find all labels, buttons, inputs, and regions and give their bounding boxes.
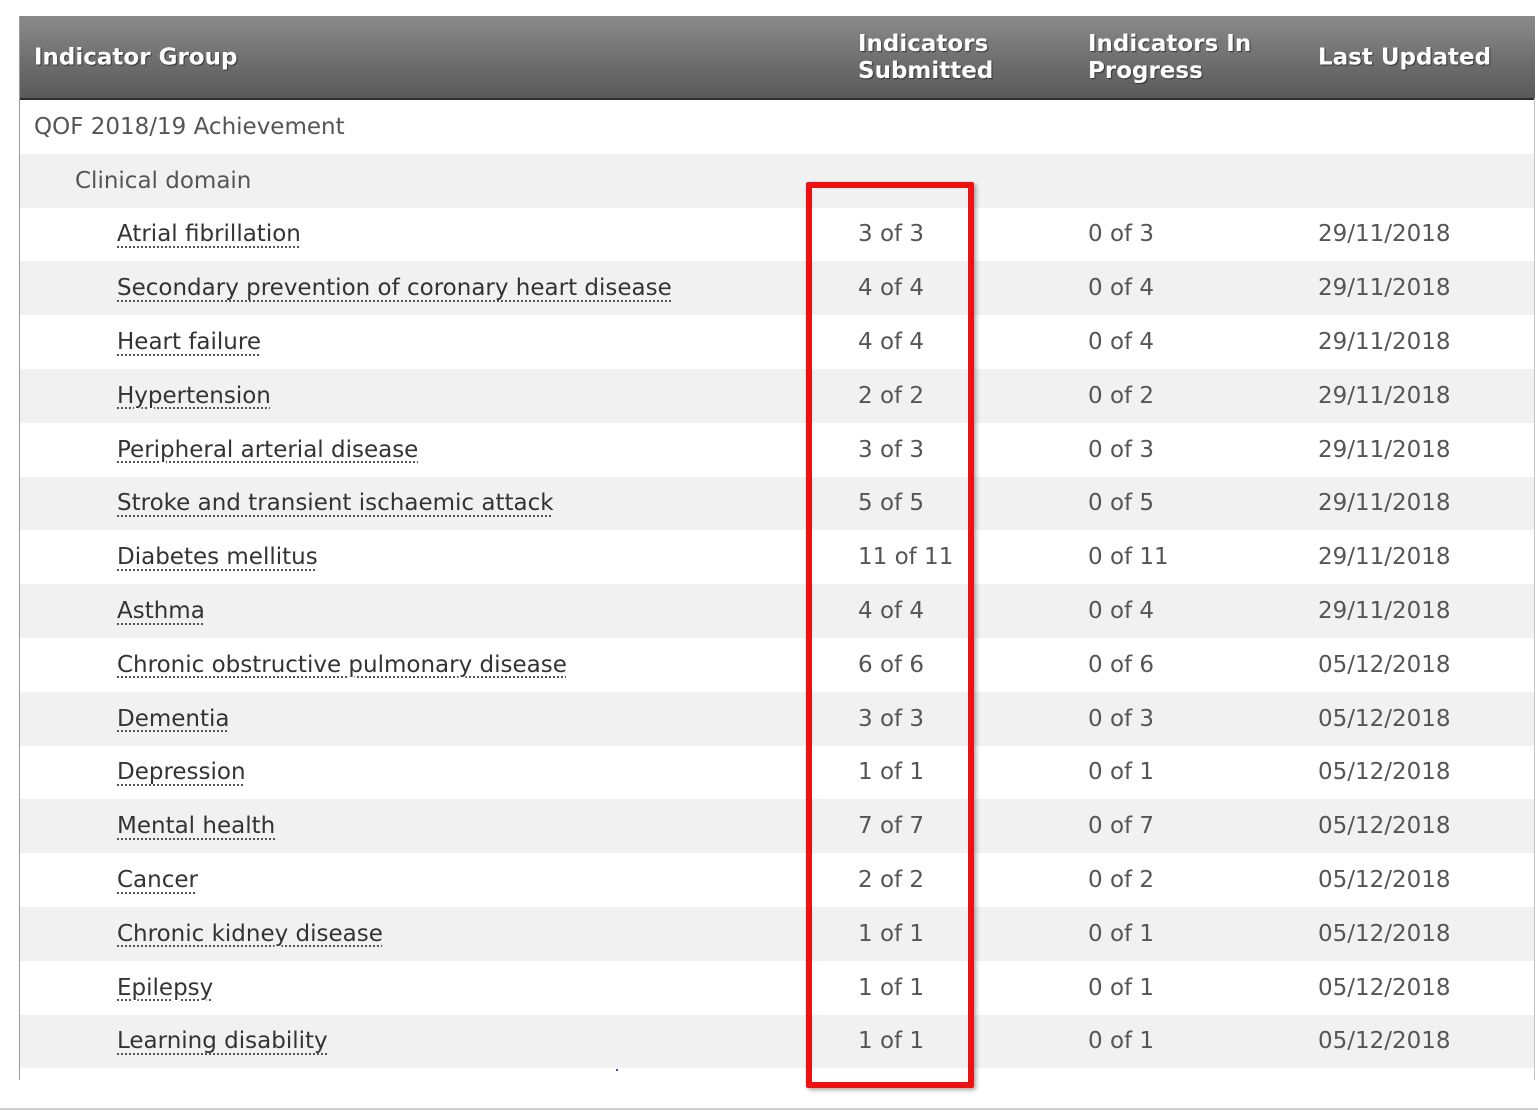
indicator-link[interactable]: Learning disability <box>117 1028 328 1054</box>
indicator-link[interactable]: Secondary prevention of coronary heart d… <box>117 275 672 301</box>
in-progress-count: 0 of 4 <box>1088 275 1155 302</box>
group-title: QOF 2018/19 Achievement <box>34 113 345 140</box>
indicator-link[interactable]: Diabetes mellitus <box>117 544 318 570</box>
indicator-link[interactable]: Chronic obstructive pulmonary disease <box>117 652 567 678</box>
indicator-link[interactable]: Epilepsy <box>117 975 213 1001</box>
in-progress-count: 0 of 3 <box>1088 221 1155 248</box>
last-updated-date: 29/11/2018 <box>1318 221 1451 248</box>
header-indicators-in-progress[interactable]: Indicators In Progress <box>1088 31 1288 85</box>
header-last-updated[interactable]: Last Updated <box>1318 44 1491 71</box>
last-updated-date: 29/11/2018 <box>1318 436 1451 463</box>
in-progress-count: 0 of 1 <box>1088 1028 1155 1055</box>
table-row: Dementia 3 of 30 of 3 05/12/2018 <box>20 691 1535 746</box>
table-row: Mental health 7 of 70 of 7 05/12/2018 <box>20 799 1535 854</box>
in-progress-count: 0 of 5 <box>1088 490 1155 517</box>
indicator-link[interactable]: Stroke and transient ischaemic attack <box>117 490 554 516</box>
indicator-table: Indicator Group Indicators Submitted Ind… <box>19 16 1535 1080</box>
in-progress-count: 0 of 1 <box>1088 759 1155 786</box>
table-row: Cancer 2 of 20 of 2 05/12/2018 <box>20 853 1535 907</box>
last-updated-date: 05/12/2018 <box>1318 920 1451 947</box>
last-updated-date: 29/11/2018 <box>1318 329 1451 356</box>
indicator-link[interactable]: Heart failure <box>117 329 261 355</box>
indicator-link[interactable]: Hypertension <box>117 383 271 409</box>
table-row: Heart failure 4 of 40 of 4 29/11/2018 <box>20 315 1535 369</box>
table-row: Learning disability 1 of 10 of 1 05/12/201… <box>20 1014 1535 1069</box>
last-updated-date: 29/11/2018 <box>1318 490 1451 517</box>
in-progress-count: 0 of 11 <box>1088 544 1169 571</box>
header-indicators-submitted[interactable]: Indicators Submitted <box>858 31 1058 85</box>
in-progress-count: 0 of 3 <box>1088 705 1155 732</box>
last-updated-date: 05/12/2018 <box>1318 651 1451 678</box>
group-title-row: QOF 2018/19 Achievement <box>20 100 1535 154</box>
table-row: Asthma 4 of 40 of 4 29/11/2018 <box>20 584 1535 638</box>
in-progress-count: 0 of 2 <box>1088 867 1155 894</box>
indicator-link[interactable]: Cancer <box>117 867 198 893</box>
header-indicator-group[interactable]: Indicator Group <box>34 44 237 71</box>
last-updated-date: 05/12/2018 <box>1318 705 1451 732</box>
table-body: QOF 2018/19 Achievement Clinical domain … <box>20 100 1535 1069</box>
in-progress-count: 0 of 7 <box>1088 813 1155 840</box>
table-header: Indicator Group Indicators Submitted Ind… <box>20 17 1535 100</box>
last-updated-date: 29/11/2018 <box>1318 275 1451 302</box>
in-progress-count: 0 of 1 <box>1088 920 1155 947</box>
last-updated-date: 29/11/2018 <box>1318 598 1451 625</box>
indicator-link[interactable]: Atrial fibrillation <box>117 221 301 247</box>
table-row: Peripheral arterial disease 3 of 30 of 32… <box>20 423 1535 477</box>
indicator-link[interactable]: Depression <box>117 759 246 785</box>
indicator-link[interactable]: Asthma <box>117 598 205 624</box>
table-row: Atrial fibrillation 3 of 30 of 3 29/11/201… <box>20 208 1535 262</box>
indicator-link[interactable]: Dementia <box>117 706 230 732</box>
table-row: Epilepsy 1 of 10 of 1 05/12/2018 <box>20 961 1535 1015</box>
in-progress-count: 0 of 2 <box>1088 382 1155 409</box>
in-progress-count: 0 of 4 <box>1088 598 1155 625</box>
table-row: Stroke and transient ischaemic attack 5 o… <box>20 476 1535 531</box>
indicator-link[interactable]: Peripheral arterial disease <box>117 437 418 463</box>
last-updated-date: 05/12/2018 <box>1318 813 1451 840</box>
table-row: Hypertension 2 of 20 of 2 29/11/2018 <box>20 368 1535 423</box>
table-row: Depression 1 of 10 of 1 05/12/2018 <box>20 746 1535 800</box>
indicator-link[interactable]: Mental health <box>117 813 275 839</box>
submitted-column-highlight <box>806 182 974 1088</box>
domain-row: Clinical domain <box>20 153 1535 208</box>
table-row: Chronic obstructive pulmonary disease 6 o… <box>20 638 1535 692</box>
last-updated-date: 05/12/2018 <box>1318 867 1451 894</box>
table-row: Secondary prevention of coronary heart d… <box>20 261 1535 316</box>
last-updated-date: 29/11/2018 <box>1318 544 1451 571</box>
in-progress-count: 0 of 4 <box>1088 329 1155 356</box>
table-row: Chronic kidney disease 1 of 10 of 1 05/12/… <box>20 906 1535 961</box>
last-updated-date: 29/11/2018 <box>1318 382 1451 409</box>
in-progress-count: 0 of 6 <box>1088 651 1155 678</box>
indicator-link[interactable]: Chronic kidney disease <box>117 921 383 947</box>
table-row: Diabetes mellitus 11 of 11 0 of 11 29/11/20… <box>20 530 1535 584</box>
table-right-border <box>1534 98 1535 1080</box>
domain-label: Clinical domain <box>75 167 252 194</box>
stray-dot <box>616 1069 618 1071</box>
in-progress-count: 0 of 1 <box>1088 974 1155 1001</box>
last-updated-date: 05/12/2018 <box>1318 1028 1451 1055</box>
last-updated-date: 05/12/2018 <box>1318 759 1451 786</box>
last-updated-date: 05/12/2018 <box>1318 974 1451 1001</box>
in-progress-count: 0 of 3 <box>1088 436 1155 463</box>
